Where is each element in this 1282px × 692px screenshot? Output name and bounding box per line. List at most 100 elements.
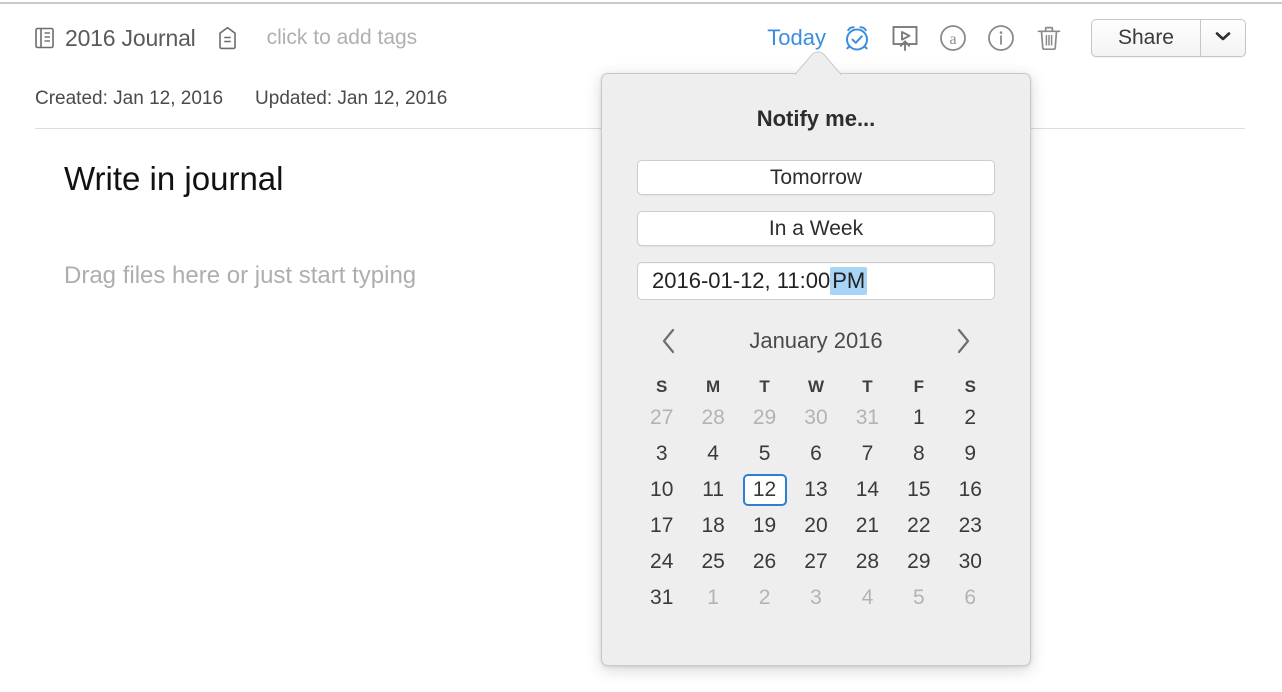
updated-date: Updated: Jan 12, 2016: [255, 88, 448, 109]
reminder-datetime-input[interactable]: 2016-01-12, 11:00 PM: [637, 262, 995, 300]
calendar-day[interactable]: 30: [945, 544, 996, 580]
calendar-day[interactable]: 29: [893, 544, 944, 580]
chevron-left-icon[interactable]: [658, 325, 680, 357]
calendar-day[interactable]: 10: [636, 472, 687, 508]
reminder-popover: Notify me... Tomorrow In a Week 2016-01-…: [601, 73, 1031, 666]
calendar-day[interactable]: 14: [842, 472, 893, 508]
calendar-day[interactable]: 23: [945, 508, 996, 544]
calendar-day[interactable]: 16: [945, 472, 996, 508]
calendar-day[interactable]: 2: [739, 580, 790, 616]
note-body-placeholder[interactable]: Drag files here or just start typing: [64, 262, 416, 290]
calendar-day[interactable]: 21: [842, 508, 893, 544]
calendar-day[interactable]: 25: [687, 544, 738, 580]
circled-info-icon[interactable]: [977, 16, 1025, 60]
calendar-day-number: 25: [701, 550, 725, 573]
calendar-day-number: 21: [855, 514, 880, 537]
notify-tomorrow-button[interactable]: Tomorrow: [637, 160, 995, 195]
calendar-day-number: 23: [958, 514, 982, 537]
notify-in-a-week-button[interactable]: In a Week: [637, 211, 995, 246]
calendar-day[interactable]: 3: [790, 580, 841, 616]
chevron-down-icon: [1214, 29, 1232, 47]
calendar-day[interactable]: 31: [842, 400, 893, 436]
calendar-weekday-header: F: [913, 377, 925, 396]
share-dropdown-button[interactable]: [1201, 20, 1245, 56]
calendar-day[interactable]: 19: [739, 508, 790, 544]
calendar-day-number: 28: [701, 406, 725, 429]
calendar-day-number: 6: [810, 442, 822, 465]
calendar-day[interactable]: 6: [790, 436, 841, 472]
calendar-day[interactable]: 18: [687, 508, 738, 544]
calendar-day[interactable]: 27: [790, 544, 841, 580]
calendar-day-number: 29: [907, 550, 931, 573]
calendar-day[interactable]: 28: [687, 400, 738, 436]
calendar-day-number: 18: [701, 514, 725, 537]
note-title[interactable]: Write in journal: [64, 160, 283, 198]
calendar-day-number: 11: [702, 478, 725, 501]
calendar-day[interactable]: 1: [893, 400, 944, 436]
calendar-day[interactable]: 6: [945, 580, 996, 616]
calendar-day-selected[interactable]: 12: [739, 472, 790, 508]
calendar-day[interactable]: 30: [790, 400, 841, 436]
calendar-day[interactable]: 20: [790, 508, 841, 544]
tags-placeholder[interactable]: click to add tags: [267, 26, 418, 50]
calendar-day[interactable]: 24: [636, 544, 687, 580]
calendar-day[interactable]: 11: [687, 472, 738, 508]
calendar-day[interactable]: 17: [636, 508, 687, 544]
calendar-day[interactable]: 3: [636, 436, 687, 472]
note-meta-row: Created: Jan 12, 2016 Updated: Jan 12, 2…: [35, 88, 447, 110]
calendar-day-number: 6: [964, 586, 977, 609]
calendar-weekday-header: T: [759, 377, 770, 396]
calendar-day-number: 27: [804, 550, 828, 573]
calendar-weekday-header: W: [807, 377, 825, 396]
calendar-day[interactable]: 9: [945, 436, 996, 472]
calendar-day[interactable]: 22: [893, 508, 944, 544]
trash-icon[interactable]: [1025, 16, 1073, 60]
notebook-and-tags-group: 2016 Journal click to add tags: [35, 25, 417, 52]
calendar-day[interactable]: 29: [739, 400, 790, 436]
datetime-value-selected-segment[interactable]: PM: [830, 267, 868, 295]
calendar-day[interactable]: 28: [842, 544, 893, 580]
calendar-day-number: 8: [913, 442, 925, 465]
calendar-weekday-header: M: [706, 377, 721, 396]
notebook-name[interactable]: 2016 Journal: [65, 25, 196, 52]
calendar-day-number: 4: [861, 586, 874, 609]
tag-icon[interactable]: [218, 26, 237, 50]
calendar-day[interactable]: 4: [842, 580, 893, 616]
calendar-day-number: 16: [958, 478, 982, 501]
calendar-month-label: January 2016: [749, 328, 883, 353]
calendar-day[interactable]: 4: [687, 436, 738, 472]
calendar-day-number: 5: [758, 442, 771, 465]
calendar-day[interactable]: 13: [790, 472, 841, 508]
calendar-day-number: 26: [752, 550, 777, 573]
circled-a-icon[interactable]: a: [929, 16, 977, 60]
calendar-day-number: 5: [913, 586, 925, 609]
calendar-day-number: 31: [855, 406, 880, 429]
calendar-day[interactable]: 1: [687, 580, 738, 616]
share-button[interactable]: Share: [1092, 20, 1200, 56]
calendar-day[interactable]: 5: [893, 580, 944, 616]
calendar-day[interactable]: 2: [945, 400, 996, 436]
calendar-day[interactable]: 31: [636, 580, 687, 616]
popover-arrow: [795, 51, 841, 75]
notebook-icon[interactable]: [35, 27, 55, 49]
calendar-day[interactable]: 26: [739, 544, 790, 580]
calendar-weekday-header: S: [656, 377, 668, 396]
calendar-day[interactable]: 8: [893, 436, 944, 472]
reminder-today-label[interactable]: Today: [767, 25, 826, 51]
calendar-day-number: 17: [650, 514, 674, 537]
svg-text:a: a: [949, 31, 956, 48]
calendar-day[interactable]: 15: [893, 472, 944, 508]
calendar-navigation: January 2016: [602, 322, 1030, 360]
calendar-day-number: 9: [964, 442, 977, 465]
calendar-day-number: 30: [958, 550, 982, 573]
calendar-grid: S M T W T F S 27 28 29 30 31 1 2 3 4 5 6 7 8 9 10 11 12 13 14 15 16…: [636, 374, 996, 616]
calendar-day[interactable]: 5: [739, 436, 790, 472]
presentation-play-icon[interactable]: [881, 16, 929, 60]
calendar-day[interactable]: 7: [842, 436, 893, 472]
calendar-day-number: 12: [742, 474, 787, 506]
chevron-right-icon[interactable]: [952, 325, 974, 357]
calendar-day-number: 20: [804, 514, 828, 537]
calendar-day-number: 2: [758, 586, 771, 609]
calendar-day[interactable]: 27: [636, 400, 687, 436]
note-editor-window: 2016 Journal click to add tags Today a S…: [0, 0, 1282, 692]
